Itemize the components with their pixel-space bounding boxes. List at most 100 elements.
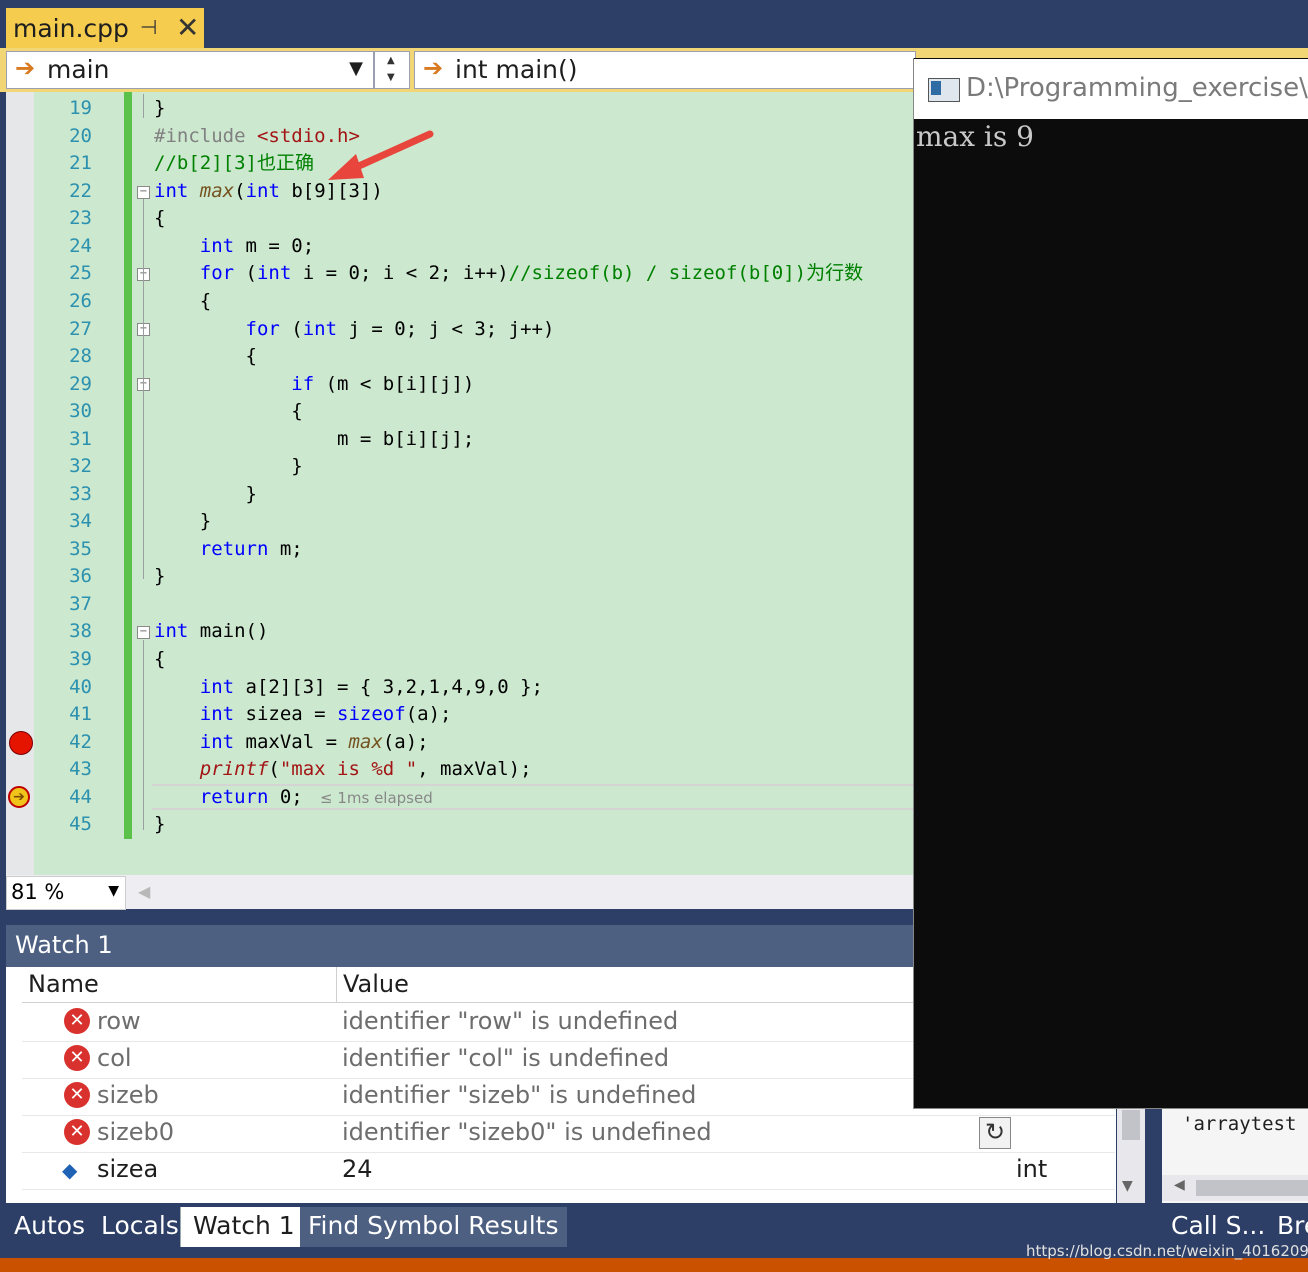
watch-row[interactable]: ✕ sizeb0 identifier "sizeb0" is undefine… [22,1115,1115,1153]
line-number: 44 [69,786,92,808]
watch-name[interactable]: col [97,1044,132,1072]
code-line[interactable]: printf("max is %d ", maxVal); [154,755,532,783]
horizontal-scrollbar[interactable]: ◀ [1162,1175,1308,1201]
watch-name[interactable]: sizea [97,1155,158,1183]
line-number: 45 [69,813,92,835]
line-number: 36 [69,565,92,587]
function-dropdown[interactable]: ➔ int main() [414,51,916,89]
console-window[interactable] [913,58,1308,1109]
collapse-icon[interactable]: − [137,626,150,639]
breakpoint-icon[interactable] [9,731,33,755]
console-output: max is 9 [916,120,1034,153]
output-text: 'arraytest [1182,1113,1297,1135]
tab-filename: main.cpp [13,14,129,43]
scope-spinner[interactable]: ▲ ▼ [374,51,410,89]
spin-down-icon[interactable]: ▼ [387,72,395,83]
line-number: 40 [69,676,92,698]
scroll-left-icon[interactable]: ◀ [138,882,150,901]
watermark-text: https://blog.csdn.net/weixin_40162095 [1026,1242,1308,1260]
scope-dropdown[interactable]: ➔ main ▼ [6,51,374,89]
column-header-label: Name [28,970,99,998]
line-number: 38 [69,620,92,642]
code-line[interactable]: m = b[i][j]; [154,425,474,453]
code-line[interactable]: int maxVal = max(a); [154,728,429,756]
line-number: 24 [69,235,92,257]
line-number: 28 [69,345,92,367]
change-tracking-bar [124,92,132,839]
column-header-name[interactable]: Name [22,967,337,1003]
watch-value[interactable]: 24 [342,1155,373,1183]
fold-guide [143,94,144,118]
spin-up-icon[interactable]: ▲ [387,55,395,66]
code-line[interactable]: } [154,452,302,480]
line-number: 27 [69,318,92,340]
code-line[interactable]: //b[2][3]也正确 [154,149,314,177]
code-line[interactable]: { [154,287,211,315]
code-line[interactable]: int a[2][3] = { 3,2,1,4,9,0 }; [154,673,543,701]
watch-name[interactable]: row [97,1007,141,1035]
collapse-icon[interactable]: − [137,186,150,199]
close-icon[interactable]: ✕ [176,11,199,44]
code-line[interactable]: int m = 0; [154,232,314,260]
code-line[interactable]: } [154,480,257,508]
line-number: 25 [69,262,92,284]
console-title-bar[interactable]: D:\Programming_exercise\C++ [914,59,1308,119]
tab-locals[interactable]: Locals [101,1207,179,1247]
code-line[interactable]: { [154,397,302,425]
watch-type: int [1016,1155,1048,1183]
tab-main-cpp[interactable]: main.cpp ⊣ ✕ [6,8,204,48]
line-number: 39 [69,648,92,670]
scroll-down-icon[interactable]: ▼ [1122,1178,1133,1194]
code-line[interactable]: for (int j = 0; j < 3; j++) [154,315,555,343]
fold-guide [143,199,144,579]
scope-value: main [47,55,110,84]
line-number: 29 [69,373,92,395]
watch-panel-title: Watch 1 [15,931,113,959]
error-icon: ✕ [64,1082,90,1108]
tab-breakpoints[interactable]: Bre [1277,1207,1308,1247]
code-line[interactable]: return m; [154,535,303,563]
tab-watch-1[interactable]: Watch 1 [180,1207,308,1247]
line-number: 41 [69,703,92,725]
scroll-left-icon[interactable]: ◀ [1174,1177,1185,1193]
scrollbar-thumb[interactable] [1122,1110,1140,1140]
code-line[interactable]: return 0; [154,783,303,811]
tab-call-stack[interactable]: Call S... [1171,1207,1265,1247]
watch-value[interactable]: identifier "sizeb0" is undefined [342,1118,712,1146]
code-line[interactable]: } [154,94,165,122]
tab-autos[interactable]: Autos [14,1207,85,1247]
code-line[interactable]: int sizea = sizeof(a); [154,700,452,728]
indicator-margin[interactable] [6,92,34,875]
line-number: 26 [69,290,92,312]
code-line[interactable]: { [154,342,257,370]
console-title: D:\Programming_exercise\C++ [966,73,1308,103]
code-line[interactable]: } [154,810,165,838]
line-number: 32 [69,455,92,477]
line-number: 23 [69,207,92,229]
code-line[interactable]: int main() [154,617,268,645]
pin-icon[interactable]: ⊣ [140,15,157,39]
watch-value[interactable]: identifier "row" is undefined [342,1007,678,1035]
code-line[interactable]: { [154,204,165,232]
instruction-pointer-icon[interactable]: ➔ [8,786,30,808]
watch-row[interactable]: ◆ sizea 24 int [22,1152,1115,1190]
zoom-dropdown[interactable]: 81 % ▼ [6,876,126,910]
code-line[interactable]: } [154,507,211,535]
code-line[interactable]: if (m < b[i][j]) [154,370,474,398]
code-line[interactable]: for (int i = 0; i < 2; i++)//sizeof(b) /… [154,259,863,287]
tab-find-symbol-results[interactable]: Find Symbol Results [300,1207,567,1247]
refresh-icon[interactable]: ↻ [979,1117,1011,1149]
watch-name[interactable]: sizeb [97,1081,159,1109]
code-line[interactable]: { [154,645,165,673]
function-value: int main() [455,55,578,84]
code-line[interactable]: } [154,562,165,590]
error-icon: ✕ [64,1119,90,1145]
line-number: 42 [69,731,92,753]
line-number: 19 [69,97,92,119]
scrollbar-thumb[interactable] [1196,1180,1308,1196]
watch-value[interactable]: identifier "sizeb" is undefined [342,1081,696,1109]
arrow-right-icon: ➔ [423,54,444,82]
watch-value[interactable]: identifier "col" is undefined [342,1044,669,1072]
chevron-down-icon: ▼ [108,883,119,899]
watch-name[interactable]: sizeb0 [97,1118,174,1146]
